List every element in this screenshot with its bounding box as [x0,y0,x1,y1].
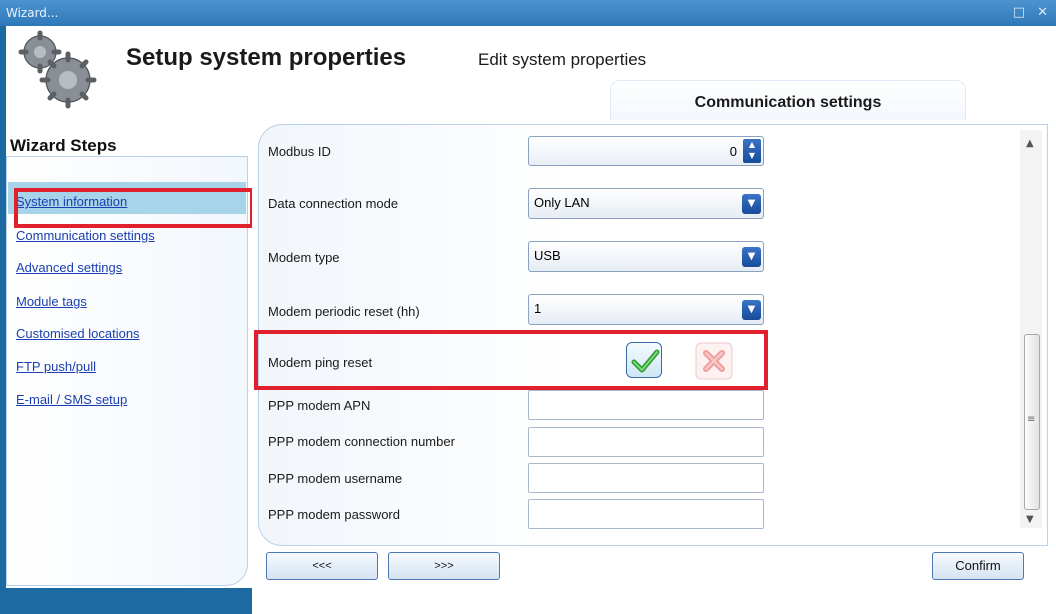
highlight-ping-reset-frame [254,330,768,390]
page-subtitle: Edit system properties [478,50,647,69]
confirm-button[interactable]: Confirm [932,552,1024,580]
step-module-tags[interactable]: Module tags [16,294,87,309]
ppp-connection-number-label: PPP modem connection number [268,434,455,449]
window-controls[interactable]: □ ✕ [1013,0,1052,26]
ppp-username-label: PPP modem username [268,471,403,486]
back-button[interactable]: <<< [266,552,378,580]
scroll-down-icon[interactable]: ▼ [1026,514,1034,525]
gears-icon [18,30,97,109]
modem-type-value: USB [534,248,561,263]
step-advanced-settings[interactable]: Advanced settings [16,260,122,275]
modem-type-select[interactable]: USB ▼ [528,241,764,272]
ppp-password-input[interactable] [528,499,764,529]
ppp-password-label: PPP modem password [268,507,400,522]
scroll-up-icon[interactable]: ▲ [1026,138,1034,149]
window-title: Wizard... [6,6,59,20]
window-titlebar: Wizard... □ ✕ [0,0,1056,26]
header: Setup system properties Edit system prop… [6,26,1056,120]
chevron-down-icon[interactable]: ▼ [742,194,761,214]
modem-periodic-reset-label: Modem periodic reset (hh) [268,304,420,319]
chevron-down-icon[interactable]: ▼ [742,247,761,267]
wizard-steps-title: Wizard Steps [10,136,117,155]
tab-communication-settings[interactable]: Communication settings [610,80,966,120]
modem-periodic-reset-select[interactable]: 1 ▼ [528,294,764,325]
page-title: Setup system properties [126,44,407,71]
spinner-arrows-icon[interactable]: ▲ ▼ [743,139,761,163]
modbus-id-stepper[interactable]: 0 ▲ ▼ [528,136,764,166]
next-button[interactable]: >>> [388,552,500,580]
modbus-id-label: Modbus ID [268,144,331,159]
data-connection-mode-select[interactable]: Only LAN ▼ [528,188,764,219]
ppp-username-input[interactable] [528,463,764,493]
chevron-down-icon[interactable]: ▼ [742,300,761,320]
step-email-sms-setup[interactable]: E-mail / SMS setup [16,392,127,407]
scroll-grip-icon: ≡ [1027,414,1036,425]
modem-type-label: Modem type [268,250,340,265]
modbus-id-value: 0 [729,144,737,159]
step-customised-locations[interactable]: Customised locations [16,326,140,341]
ppp-apn-input[interactable] [528,390,764,420]
data-connection-mode-value: Only LAN [534,195,590,210]
step-communication-settings[interactable]: Communication settings [16,228,155,243]
modem-periodic-reset-value: 1 [534,301,542,316]
ppp-apn-label: PPP modem APN [268,398,371,413]
ppp-connection-number-input[interactable] [528,427,764,457]
data-connection-mode-label: Data connection mode [268,196,399,211]
highlight-step-frame [14,188,254,228]
step-ftp-push-pull[interactable]: FTP push/pull [16,359,96,374]
